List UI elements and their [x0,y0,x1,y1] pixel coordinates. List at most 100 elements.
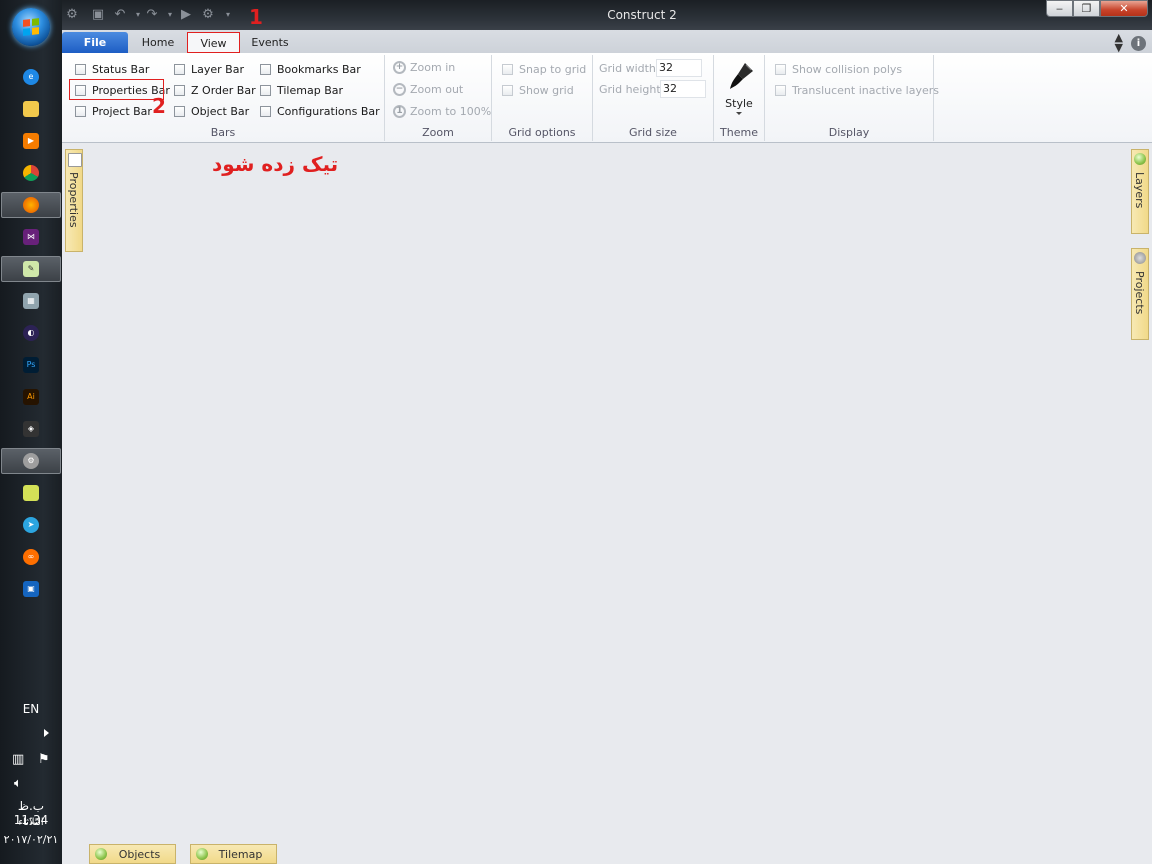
start-button[interactable] [12,8,50,46]
checkbox-show-grid[interactable]: Show grid [502,82,574,98]
checkbox-configurations-bar[interactable]: Configurations Bar [260,103,380,119]
visual-studio-icon[interactable]: ⋈ [0,224,62,250]
checkbox-label: Z Order Bar [191,83,256,97]
zoom-out-label: Zoom out [410,83,464,96]
clock-day[interactable]: الثلاثاء [0,817,62,828]
tab-file[interactable]: File [62,32,128,53]
checkbox-box[interactable] [174,105,185,117]
tilemap-tab-label: Tilemap [218,848,263,861]
zoom-100-label: Zoom to 100% [410,105,492,118]
layout-workspace[interactable] [86,143,1129,840]
style-dropdown-icon [736,112,742,115]
action-center-flag-icon[interactable]: ⚑ [38,752,50,767]
network-icon[interactable]: ▥ [12,752,24,767]
zoom-in-button[interactable]: + Zoom in [393,61,455,74]
properties-icon [68,153,82,167]
tray-expand-icon[interactable] [44,729,49,737]
group-grid-options: Snap to grid Show grid Grid options [492,55,593,141]
tab-home[interactable]: Home [132,32,184,53]
checkbox-box[interactable] [260,84,271,96]
checkbox-label: Show grid [519,83,574,97]
illustrator-icon[interactable]: Ai [0,384,62,410]
unity-icon[interactable]: ◈ [0,416,62,442]
eclipse-icon[interactable]: ◐ [0,320,62,346]
checkbox-box[interactable] [174,63,185,75]
zoom-100-button[interactable]: 1 Zoom to 100% [393,105,491,118]
photoshop-icon[interactable]: Ps [0,352,62,378]
media-player-icon[interactable]: ▶ [0,128,62,154]
close-button[interactable]: ✕ [1100,0,1148,17]
restore-button[interactable]: ❐ [1073,0,1100,17]
checkbox-show-collision-polys[interactable]: Show collision polys [775,61,902,77]
tab-events[interactable]: Events [244,32,296,53]
properties-tab-label: Properties [67,172,80,228]
checkbox-translucent-inactive-layers[interactable]: Translucent inactive layers [775,82,939,98]
help-icon[interactable]: i [1131,35,1146,51]
checkbox-label: Object Bar [191,104,250,118]
zoom-100-icon: 1 [393,105,406,118]
checkbox-layer-bar[interactable]: Layer Bar [174,61,244,77]
style-button[interactable]: Style [714,55,764,121]
checkbox-box[interactable] [502,84,513,96]
projects-panel-tab[interactable]: Projects [1131,248,1149,340]
checkbox-object-bar[interactable]: Object Bar [174,103,249,119]
app-icon[interactable]: ∞ [0,544,62,570]
checkbox-label: Status Bar [92,62,150,76]
clock-date[interactable]: ٢٠١٧/٠٢/٢١ [0,833,62,846]
checkbox-box[interactable] [260,63,271,75]
firefox-icon[interactable] [1,192,61,218]
annotation-highlight-box [69,79,164,100]
checkbox-box[interactable] [75,105,86,117]
checkbox-box[interactable] [775,63,786,75]
group-label-zoom: Zoom [422,126,454,139]
group-label-display: Display [828,126,870,139]
checkbox-snap-to-grid[interactable]: Snap to grid [502,61,586,77]
tilemap-panel-tab[interactable]: Tilemap [190,844,277,864]
checkbox-z-order-bar[interactable]: Z Order Bar [174,82,256,98]
properties-panel-tab[interactable]: Properties [65,149,83,252]
objects-panel-tab[interactable]: Objects [89,844,176,864]
annotation-step-2: 2 [152,94,166,118]
window-title: Construct 2 [607,8,677,22]
layers-tab-label: Layers [1133,172,1146,209]
ribbon-tab-row: File Home View Events ▲ ▼ i [62,30,1152,53]
checkbox-label: Project Bar [92,104,152,118]
notepad-icon[interactable]: ✎ [1,256,61,282]
checkbox-label: Layer Bar [191,62,244,76]
checkbox-bookmarks-bar[interactable]: Bookmarks Bar [260,61,361,77]
checkbox-box[interactable] [502,63,513,75]
title-bar: ⚙ ▣ ↶ ▾ ↷ ▾ ▶ ⚙ ▾ Construct 2 ‒ ❐ ✕ [62,0,1152,30]
projects-icon [1134,252,1146,264]
calculator-icon[interactable]: ▦ [0,288,62,314]
ribbon-panel-view: Status Bar Properties Bar Project Bar La… [62,53,1152,143]
checkbox-box[interactable] [260,105,271,117]
telegram-icon[interactable]: ➤ [0,512,62,538]
notes-icon[interactable] [0,480,62,506]
checkbox-box[interactable] [775,84,786,96]
ribbon-minimize-icon[interactable]: ▲ ▼ [1115,32,1123,53]
language-indicator[interactable]: EN [0,702,62,716]
group-theme: Style Theme [714,55,765,141]
remote-desktop-icon[interactable]: ▣ [0,576,62,602]
checkbox-tilemap-bar[interactable]: Tilemap Bar [260,82,343,98]
minimize-button[interactable]: ‒ [1046,0,1073,17]
checkbox-box[interactable] [174,84,185,96]
volume-icon[interactable]: 🔈︎ [14,776,22,791]
checkbox-label: Configurations Bar [277,104,380,118]
grid-width-input[interactable]: 32 [656,59,702,77]
checkbox-project-bar[interactable]: Project Bar [75,103,152,119]
grid-height-input[interactable]: 32 [660,80,706,98]
internet-explorer-icon[interactable]: e [0,64,62,90]
grid-width-label: Grid width [599,62,656,75]
layers-icon [1134,153,1146,165]
checkbox-box[interactable] [75,63,86,75]
chrome-icon[interactable] [0,160,62,186]
checkbox-status-bar[interactable]: Status Bar [75,61,149,77]
ribbon-right-icons: ▲ ▼ i [1115,32,1146,53]
layers-panel-tab[interactable]: Layers [1131,149,1149,234]
file-explorer-icon[interactable] [0,96,62,122]
zoom-out-icon: − [393,83,406,96]
construct2-taskbar-icon[interactable]: ⚙ [1,448,61,474]
tab-view[interactable]: View [187,32,240,53]
zoom-out-button[interactable]: − Zoom out [393,83,463,96]
